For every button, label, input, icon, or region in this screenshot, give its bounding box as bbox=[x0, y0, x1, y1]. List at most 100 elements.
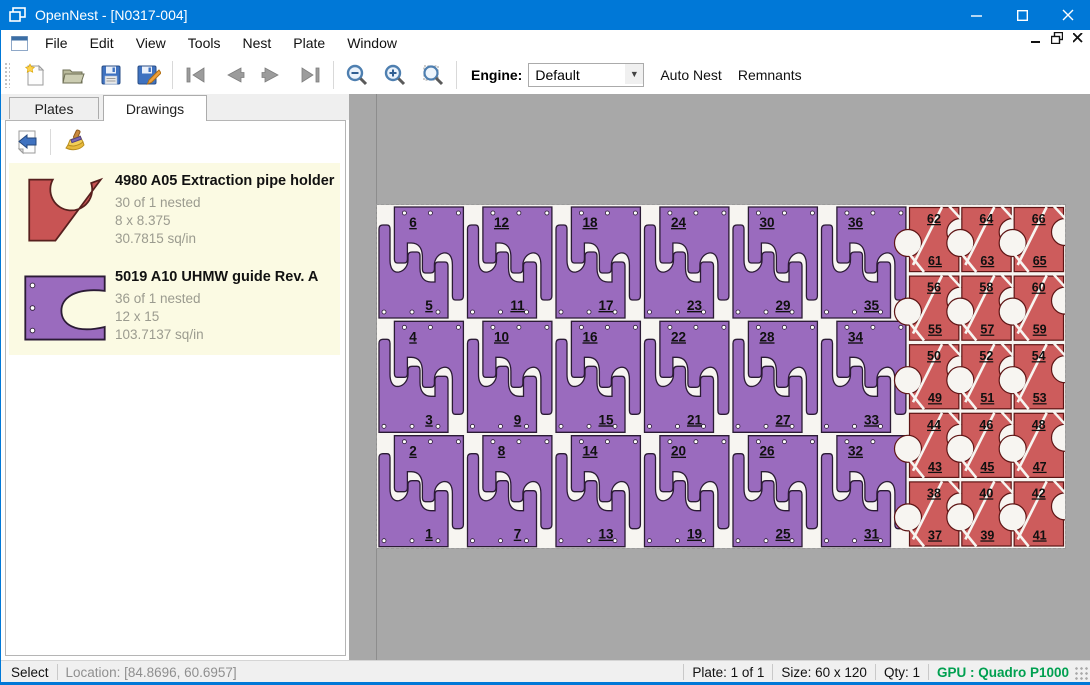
svg-text:35: 35 bbox=[864, 298, 880, 313]
close-icon bbox=[1062, 9, 1074, 21]
app-icon bbox=[9, 7, 27, 23]
svg-text:42: 42 bbox=[1032, 486, 1046, 500]
svg-text:34: 34 bbox=[848, 329, 864, 344]
save-as-button[interactable] bbox=[130, 59, 168, 91]
drawing-area: 30.7815 sq/in bbox=[115, 231, 336, 246]
svg-text:32: 32 bbox=[848, 444, 863, 459]
svg-text:36: 36 bbox=[848, 215, 864, 230]
new-button[interactable] bbox=[16, 59, 54, 91]
maximize-button[interactable] bbox=[999, 0, 1045, 30]
drawing-list: 4980 A05 Extraction pipe holder 30 of 1 … bbox=[9, 163, 340, 355]
svg-text:56: 56 bbox=[927, 281, 941, 295]
svg-text:1: 1 bbox=[425, 527, 433, 542]
svg-text:49: 49 bbox=[928, 391, 942, 405]
svg-text:38: 38 bbox=[927, 486, 941, 500]
svg-text:19: 19 bbox=[687, 527, 702, 542]
svg-text:37: 37 bbox=[928, 528, 942, 542]
svg-text:21: 21 bbox=[687, 412, 703, 427]
menu-view[interactable]: View bbox=[125, 31, 177, 55]
go-next-button[interactable] bbox=[253, 59, 291, 91]
svg-text:33: 33 bbox=[864, 412, 880, 427]
menu-nest[interactable]: Nest bbox=[231, 31, 282, 55]
drawing-title: 4980 A05 Extraction pipe holder bbox=[115, 173, 336, 189]
mdi-minimize-icon[interactable] bbox=[1031, 33, 1041, 43]
chevron-down-icon[interactable]: ▼ bbox=[625, 64, 643, 84]
svg-text:18: 18 bbox=[582, 215, 598, 230]
svg-text:5: 5 bbox=[425, 298, 433, 313]
svg-text:17: 17 bbox=[598, 298, 613, 313]
mdi-close-icon[interactable] bbox=[1073, 33, 1083, 43]
app-window: OpenNest - [N0317-004] File Edit View To… bbox=[0, 0, 1090, 685]
svg-text:57: 57 bbox=[980, 323, 994, 337]
svg-text:45: 45 bbox=[980, 460, 994, 474]
status-bar: Select Location: [84.8696, 60.6957] Plat… bbox=[1, 660, 1090, 683]
open-folder-icon bbox=[61, 64, 85, 86]
menu-window[interactable]: Window bbox=[336, 31, 408, 55]
list-item-drawing-2[interactable]: 5019 A10 UHMW guide Rev. A 36 of 1 neste… bbox=[9, 259, 340, 355]
save-button[interactable] bbox=[92, 59, 130, 91]
auto-nest-button[interactable]: Auto Nest bbox=[652, 63, 729, 87]
svg-text:24: 24 bbox=[671, 215, 687, 230]
svg-text:14: 14 bbox=[582, 444, 598, 459]
main-toolbar: Engine: Default ▼ Auto Nest Remnants bbox=[1, 56, 1090, 95]
toolbar-grip[interactable] bbox=[4, 62, 10, 88]
svg-text:3: 3 bbox=[425, 412, 433, 427]
tab-plates[interactable]: Plates bbox=[9, 97, 99, 119]
svg-text:26: 26 bbox=[759, 444, 775, 459]
minimize-button[interactable] bbox=[953, 0, 999, 30]
svg-text:16: 16 bbox=[582, 329, 598, 344]
go-previous-button[interactable] bbox=[215, 59, 253, 91]
resize-grip[interactable] bbox=[1075, 667, 1089, 681]
close-button[interactable] bbox=[1045, 0, 1090, 30]
window-title: OpenNest - [N0317-004] bbox=[35, 7, 188, 23]
go-first-button[interactable] bbox=[177, 59, 215, 91]
drawing-size: 8 x 8.375 bbox=[115, 213, 336, 228]
svg-text:65: 65 bbox=[1033, 254, 1047, 268]
svg-text:46: 46 bbox=[979, 418, 993, 432]
svg-text:53: 53 bbox=[1033, 391, 1047, 405]
svg-text:23: 23 bbox=[687, 298, 703, 313]
zoom-fit-button[interactable] bbox=[414, 59, 452, 91]
zoom-out-icon bbox=[345, 63, 369, 87]
menu-file[interactable]: File bbox=[34, 31, 79, 55]
plate-qty: Qty: 1 bbox=[884, 665, 920, 680]
zoom-out-button[interactable] bbox=[338, 59, 376, 91]
svg-text:59: 59 bbox=[1033, 323, 1047, 337]
zoom-in-icon bbox=[383, 63, 407, 87]
mdi-restore-icon[interactable] bbox=[1051, 32, 1063, 44]
go-last-button[interactable] bbox=[291, 59, 329, 91]
svg-text:13: 13 bbox=[598, 527, 614, 542]
svg-text:31: 31 bbox=[864, 527, 880, 542]
engine-value: Default bbox=[535, 67, 579, 83]
nest-canvas[interactable]: 6512111817242330293635431091615222128273… bbox=[349, 94, 1090, 660]
menu-tools[interactable]: Tools bbox=[177, 31, 232, 55]
drawing-thumbnail-red bbox=[15, 171, 115, 249]
svg-text:62: 62 bbox=[927, 212, 941, 226]
save-as-icon bbox=[137, 64, 161, 86]
plate-sheet[interactable]: 6512111817242330293635431091615222128273… bbox=[377, 205, 1065, 548]
svg-text:63: 63 bbox=[980, 254, 994, 268]
import-drawing-button[interactable] bbox=[10, 126, 44, 158]
mode-indicator: Select bbox=[11, 665, 49, 680]
mdi-document-icon[interactable] bbox=[11, 36, 28, 51]
tab-drawings[interactable]: Drawings bbox=[103, 95, 207, 121]
go-first-icon bbox=[184, 66, 208, 84]
zoom-in-button[interactable] bbox=[376, 59, 414, 91]
menu-plate[interactable]: Plate bbox=[282, 31, 336, 55]
remnants-button[interactable]: Remnants bbox=[730, 63, 810, 87]
menu-bar: File Edit View Tools Nest Plate Window bbox=[1, 30, 1090, 56]
svg-text:27: 27 bbox=[775, 412, 790, 427]
new-document-icon bbox=[24, 63, 46, 87]
engine-select[interactable]: Default ▼ bbox=[528, 63, 644, 87]
list-item-drawing-1[interactable]: 4980 A05 Extraction pipe holder 30 of 1 … bbox=[9, 163, 340, 259]
import-drawing-icon bbox=[15, 129, 39, 155]
svg-text:44: 44 bbox=[927, 418, 941, 432]
svg-text:6: 6 bbox=[409, 215, 417, 230]
drawing-nested-count: 36 of 1 nested bbox=[115, 291, 336, 306]
menu-edit[interactable]: Edit bbox=[79, 31, 125, 55]
svg-text:2: 2 bbox=[409, 444, 417, 459]
clean-button[interactable] bbox=[57, 126, 91, 158]
open-button[interactable] bbox=[54, 59, 92, 91]
svg-text:39: 39 bbox=[980, 528, 994, 542]
drawing-size: 12 x 15 bbox=[115, 309, 336, 324]
